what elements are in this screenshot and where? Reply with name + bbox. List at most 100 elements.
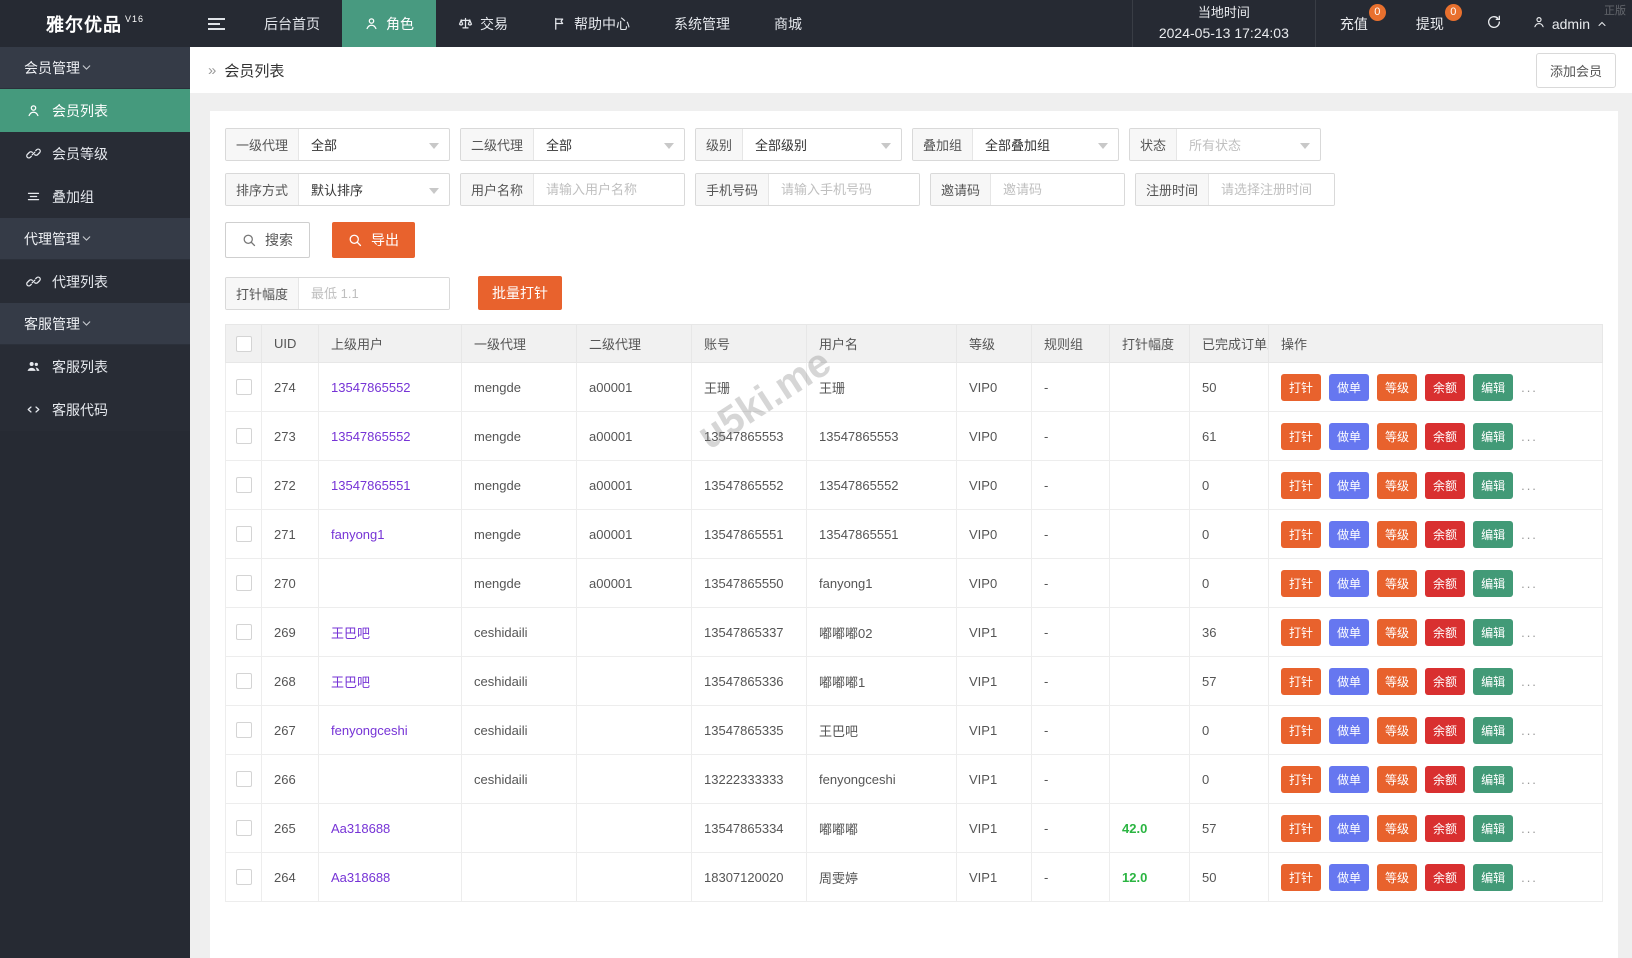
nav-item-trade[interactable]: 交易: [436, 0, 530, 47]
balance-button[interactable]: 余额: [1425, 667, 1466, 695]
nav-item-mall[interactable]: 商城: [752, 0, 824, 47]
level-button[interactable]: 等级: [1377, 520, 1418, 548]
balance-button[interactable]: 余额: [1425, 520, 1466, 548]
sidebar-group-agent-management[interactable]: 代理管理: [0, 218, 190, 260]
more-actions-button[interactable]: ...: [1521, 527, 1538, 542]
sidebar-item-agent-list[interactable]: 代理列表: [0, 260, 190, 303]
add-member-button[interactable]: 添加会员: [1535, 52, 1616, 88]
level-button[interactable]: 等级: [1377, 765, 1418, 793]
inject-button[interactable]: 打针: [1281, 863, 1322, 891]
more-actions-button[interactable]: ...: [1521, 870, 1538, 885]
filter-status-select[interactable]: 所有状态: [1177, 129, 1320, 160]
order-button[interactable]: 做单: [1329, 471, 1370, 499]
filter-level-select[interactable]: 全部级别: [743, 129, 901, 160]
level-button[interactable]: 等级: [1377, 569, 1418, 597]
order-button[interactable]: 做单: [1329, 373, 1370, 401]
row-checkbox[interactable]: [235, 722, 252, 739]
edit-button[interactable]: 编辑: [1473, 520, 1514, 548]
filter-sort-select[interactable]: 默认排序: [299, 174, 449, 205]
row-checkbox[interactable]: [235, 624, 252, 641]
parent-user-link[interactable]: 13547865552: [331, 380, 411, 395]
export-button[interactable]: 导出: [332, 222, 415, 258]
edit-button[interactable]: 编辑: [1473, 814, 1514, 842]
inject-range-input[interactable]: [299, 277, 449, 309]
more-actions-button[interactable]: ...: [1521, 821, 1538, 836]
select-all-checkbox[interactable]: [235, 335, 252, 352]
edit-button[interactable]: 编辑: [1473, 422, 1514, 450]
sidebar-group-member-management[interactable]: 会员管理: [0, 47, 190, 89]
level-button[interactable]: 等级: [1377, 716, 1418, 744]
balance-button[interactable]: 余额: [1425, 814, 1466, 842]
nav-item-dashboard[interactable]: 后台首页: [242, 0, 342, 47]
more-actions-button[interactable]: ...: [1521, 380, 1538, 395]
sidebar-item-stack-group[interactable]: 叠加组: [0, 175, 190, 218]
row-checkbox[interactable]: [235, 771, 252, 788]
sidebar-toggle-button[interactable]: [190, 0, 242, 47]
filter-level-2-agent-select[interactable]: 全部: [534, 129, 684, 160]
row-checkbox[interactable]: [235, 820, 252, 837]
order-button[interactable]: 做单: [1329, 765, 1370, 793]
row-checkbox[interactable]: [235, 477, 252, 494]
row-checkbox[interactable]: [235, 869, 252, 886]
balance-button[interactable]: 余额: [1425, 765, 1466, 793]
row-checkbox[interactable]: [235, 526, 252, 543]
edit-button[interactable]: 编辑: [1473, 667, 1514, 695]
level-button[interactable]: 等级: [1377, 814, 1418, 842]
inject-button[interactable]: 打针: [1281, 422, 1322, 450]
filter-register-time-input[interactable]: [1209, 174, 1334, 205]
inject-button[interactable]: 打针: [1281, 765, 1322, 793]
parent-user-link[interactable]: fanyong1: [331, 527, 385, 542]
inject-button[interactable]: 打针: [1281, 667, 1322, 695]
order-button[interactable]: 做单: [1329, 618, 1370, 646]
edit-button[interactable]: 编辑: [1473, 765, 1514, 793]
nav-item-role[interactable]: 角色: [342, 0, 436, 47]
order-button[interactable]: 做单: [1329, 520, 1370, 548]
more-actions-button[interactable]: ...: [1521, 478, 1538, 493]
order-button[interactable]: 做单: [1329, 667, 1370, 695]
balance-button[interactable]: 余额: [1425, 422, 1466, 450]
parent-user-link[interactable]: 王巴吧: [331, 675, 370, 690]
inject-button[interactable]: 打针: [1281, 520, 1322, 548]
edit-button[interactable]: 编辑: [1473, 863, 1514, 891]
edit-button[interactable]: 编辑: [1473, 569, 1514, 597]
inject-button[interactable]: 打针: [1281, 373, 1322, 401]
order-button[interactable]: 做单: [1329, 569, 1370, 597]
balance-button[interactable]: 余额: [1425, 863, 1466, 891]
row-checkbox[interactable]: [235, 575, 252, 592]
filter-phone-input[interactable]: [769, 174, 919, 205]
edit-button[interactable]: 编辑: [1473, 373, 1514, 401]
inject-button[interactable]: 打针: [1281, 814, 1322, 842]
more-actions-button[interactable]: ...: [1521, 723, 1538, 738]
more-actions-button[interactable]: ...: [1521, 625, 1538, 640]
inject-button[interactable]: 打针: [1281, 569, 1322, 597]
filter-stack-group-select[interactable]: 全部叠加组: [973, 129, 1118, 160]
withdraw-button[interactable]: 提现 0: [1392, 0, 1468, 47]
order-button[interactable]: 做单: [1329, 422, 1370, 450]
refresh-button[interactable]: [1468, 0, 1520, 47]
parent-user-link[interactable]: Aa318688: [331, 821, 390, 836]
sidebar-item-service-list[interactable]: 客服列表: [0, 345, 190, 388]
parent-user-link[interactable]: 13547865552: [331, 429, 411, 444]
inject-button[interactable]: 打针: [1281, 716, 1322, 744]
row-checkbox[interactable]: [235, 379, 252, 396]
sidebar-item-service-code[interactable]: 客服代码: [0, 388, 190, 431]
more-actions-button[interactable]: ...: [1521, 772, 1538, 787]
inject-button[interactable]: 打针: [1281, 471, 1322, 499]
balance-button[interactable]: 余额: [1425, 716, 1466, 744]
filter-username-input[interactable]: [534, 174, 684, 205]
recharge-button[interactable]: 充值 0: [1316, 0, 1392, 47]
sidebar-group-service-management[interactable]: 客服管理: [0, 303, 190, 345]
balance-button[interactable]: 余额: [1425, 471, 1466, 499]
row-checkbox[interactable]: [235, 428, 252, 445]
level-button[interactable]: 等级: [1377, 471, 1418, 499]
level-button[interactable]: 等级: [1377, 422, 1418, 450]
edit-button[interactable]: 编辑: [1473, 471, 1514, 499]
balance-button[interactable]: 余额: [1425, 569, 1466, 597]
balance-button[interactable]: 余额: [1425, 373, 1466, 401]
order-button[interactable]: 做单: [1329, 863, 1370, 891]
balance-button[interactable]: 余额: [1425, 618, 1466, 646]
filter-level-1-agent-select[interactable]: 全部: [299, 129, 449, 160]
sidebar-item-member-list[interactable]: 会员列表: [0, 89, 190, 132]
edit-button[interactable]: 编辑: [1473, 716, 1514, 744]
nav-item-help-center[interactable]: 帮助中心: [530, 0, 652, 47]
